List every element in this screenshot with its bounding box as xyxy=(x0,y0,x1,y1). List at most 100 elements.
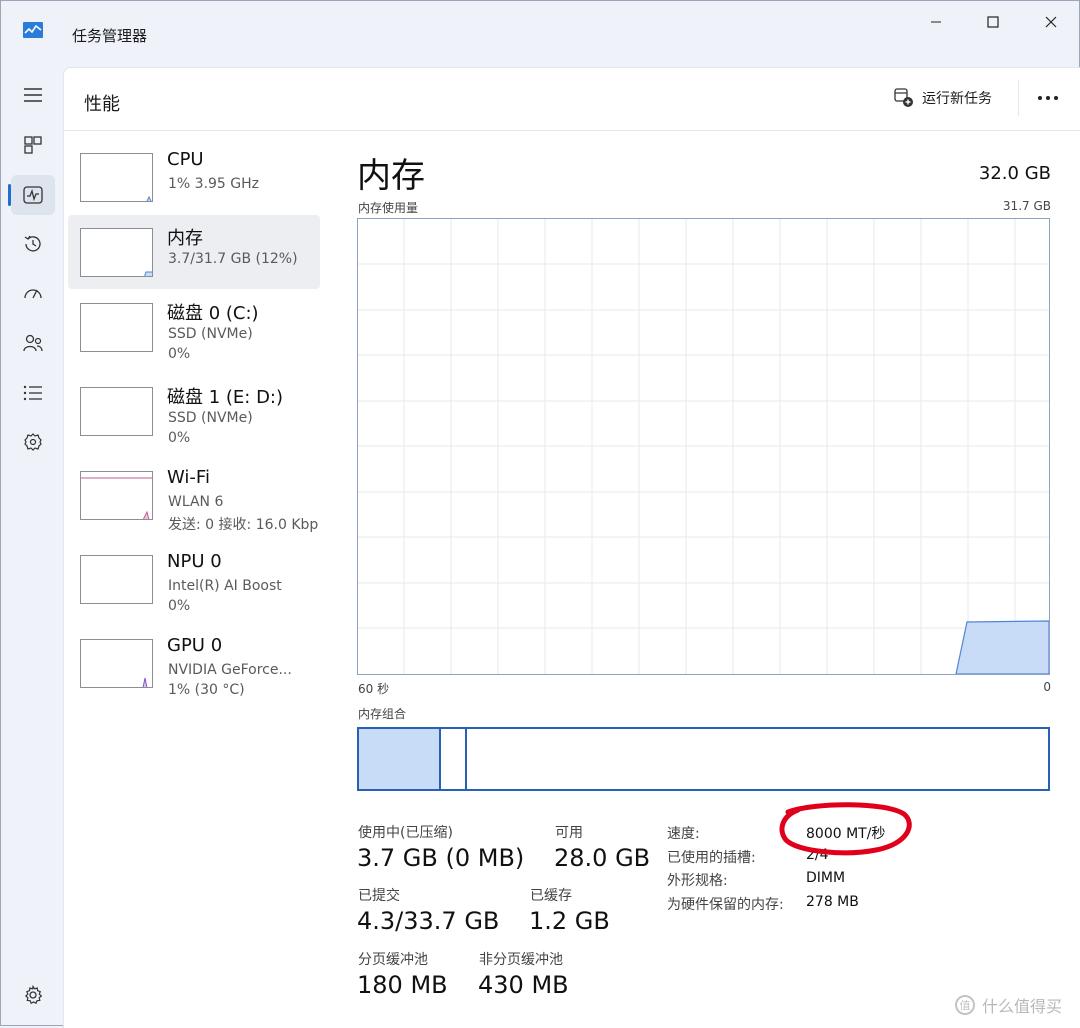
task-manager-app-icon xyxy=(23,22,43,38)
usage-graph-max: 31.7 GB xyxy=(1002,199,1051,213)
more-options-button[interactable] xyxy=(1034,86,1062,110)
disk-1-thumbnail-graph xyxy=(80,387,153,436)
resource-item-wifi[interactable]: Wi-Fi WLAN 6 发送: 0 接收: 16.0 Kbp xyxy=(68,458,320,533)
memory-usage-area xyxy=(955,620,1050,675)
detail-title: 内存 xyxy=(357,156,425,196)
committed-value: 4.3/33.7 GB xyxy=(357,907,500,935)
resource-item-gpu[interactable]: GPU 0 NVIDIA GeForce... 1% (30 °C) xyxy=(68,626,320,700)
nav-performance[interactable] xyxy=(11,175,55,215)
nonpaged-pool-label: 非分页缓冲池 xyxy=(479,952,563,968)
resource-throughput: 发送: 0 接收: 16.0 Kbp xyxy=(168,517,319,533)
task-manager-window: 任务管理器 性能 运行新任务 CPU 1% 3.95 GHz 内存 3.7/31… xyxy=(0,0,1080,1028)
resource-detail: 3.7/31.7 GB (12%) xyxy=(168,251,298,267)
composition-label: 内存组合 xyxy=(358,707,407,721)
cached-label: 已缓存 xyxy=(530,888,572,904)
watermark-logo-icon: 值 xyxy=(955,995,975,1015)
available-label: 可用 xyxy=(555,825,583,841)
red-annotation-circle xyxy=(779,802,912,856)
title-bar: 任务管理器 xyxy=(1,1,1079,63)
resource-type: SSD (NVMe) xyxy=(168,326,253,342)
history-icon xyxy=(24,235,41,252)
composition-modified xyxy=(441,729,467,789)
cpu-thumbnail-graph xyxy=(80,153,153,202)
gpu-thumbnail-graph xyxy=(80,639,153,688)
resource-usage: 0% xyxy=(168,598,191,614)
minimize-button[interactable] xyxy=(907,5,965,39)
nonpaged-pool-value: 430 MB xyxy=(478,971,569,999)
cached-value: 1.2 GB xyxy=(529,907,610,935)
npu-thumbnail-graph xyxy=(80,555,153,604)
svg-text:值: 值 xyxy=(960,999,971,1012)
nav-settings[interactable] xyxy=(11,975,55,1015)
page-header: 性能 运行新任务 xyxy=(64,68,1080,131)
memory-composition-bar xyxy=(357,727,1050,791)
nav-startup[interactable] xyxy=(11,273,55,313)
resource-name: NPU 0 xyxy=(167,551,222,572)
close-button[interactable] xyxy=(1022,5,1080,39)
gear-icon xyxy=(24,985,43,1005)
nav-services[interactable] xyxy=(11,422,55,462)
resource-item-memory[interactable]: 内存 3.7/31.7 GB (12%) xyxy=(68,215,320,289)
disk-0-thumbnail-graph xyxy=(80,303,153,352)
hardware-reserved-value: 278 MB xyxy=(806,894,859,910)
memory-total: 32.0 GB xyxy=(978,163,1051,184)
paged-pool-value: 180 MB xyxy=(357,971,448,999)
performance-content: 性能 运行新任务 CPU 1% 3.95 GHz 内存 3.7/31.7 GB … xyxy=(63,67,1080,1028)
run-new-task-button[interactable]: 运行新任务 xyxy=(894,86,992,110)
wifi-thumbnail-graph xyxy=(80,471,153,520)
in-use-label: 使用中(已压缩) xyxy=(358,825,453,841)
run-new-task-label: 运行新任务 xyxy=(922,91,992,107)
watermark-text: 什么值得买 xyxy=(982,997,1063,1016)
resource-usage: 0% xyxy=(168,346,191,362)
page-title: 性能 xyxy=(84,94,120,115)
users-icon xyxy=(23,334,43,352)
graph-axis-right: 0 xyxy=(1043,680,1051,694)
hamburger-menu-button[interactable] xyxy=(11,75,55,115)
form-factor-value: DIMM xyxy=(806,870,846,886)
resource-name: CPU xyxy=(167,149,204,170)
committed-label: 已提交 xyxy=(358,888,400,904)
resource-item-disk-1[interactable]: 磁盘 1 (E: D:) SSD (NVMe) 0% xyxy=(68,374,320,448)
memory-usage-graph-canvas xyxy=(358,219,1050,675)
more-icon xyxy=(1038,96,1058,100)
startup-icon xyxy=(24,289,42,299)
resource-item-npu[interactable]: NPU 0 Intel(R) AI Boost 0% xyxy=(68,542,320,616)
resource-usage: 0% xyxy=(168,430,191,446)
processes-icon xyxy=(24,136,42,154)
speed-label: 速度: xyxy=(667,826,700,842)
resource-name: 内存 xyxy=(167,228,203,249)
slots-used-label: 已使用的插槽: xyxy=(667,850,756,866)
nav-processes[interactable] xyxy=(11,125,55,165)
resource-name: Wi-Fi xyxy=(167,467,210,488)
resource-item-cpu[interactable]: CPU 1% 3.95 GHz xyxy=(68,140,320,214)
available-value: 28.0 GB xyxy=(554,844,651,872)
in-use-value: 3.7 GB (0 MB) xyxy=(357,844,525,872)
resource-name: 磁盘 1 (E: D:) xyxy=(167,387,284,408)
form-factor-label: 外形规格: xyxy=(667,873,728,889)
memory-usage-graph xyxy=(357,218,1050,675)
usage-graph-label: 内存使用量 xyxy=(358,201,419,215)
resource-item-disk-0[interactable]: 磁盘 0 (C:) SSD (NVMe) 0% xyxy=(68,290,320,364)
resource-type: SSD (NVMe) xyxy=(168,410,253,426)
resource-model: Intel(R) AI Boost xyxy=(168,578,282,594)
resource-name: 磁盘 0 (C:) xyxy=(167,303,259,324)
details-icon xyxy=(23,385,42,401)
composition-in-use xyxy=(359,729,441,789)
maximize-button[interactable] xyxy=(964,5,1022,39)
paged-pool-label: 分页缓冲池 xyxy=(358,952,428,968)
resource-adapter: WLAN 6 xyxy=(168,494,224,510)
run-new-task-icon xyxy=(894,88,913,107)
hardware-reserved-label: 为硬件保留的内存: xyxy=(667,897,784,913)
services-icon xyxy=(24,433,42,451)
resource-usage: 1% (30 °C) xyxy=(168,682,245,698)
watermark: 值 什么值得买 xyxy=(954,993,1062,1017)
performance-icon xyxy=(23,186,43,204)
nav-users[interactable] xyxy=(11,323,55,363)
hamburger-icon xyxy=(24,88,42,102)
resource-model: NVIDIA GeForce... xyxy=(168,662,292,678)
window-title: 任务管理器 xyxy=(72,27,148,45)
resource-detail: 1% 3.95 GHz xyxy=(168,176,260,192)
header-divider xyxy=(1018,80,1019,116)
nav-details[interactable] xyxy=(11,373,55,413)
nav-app-history[interactable] xyxy=(11,224,55,264)
